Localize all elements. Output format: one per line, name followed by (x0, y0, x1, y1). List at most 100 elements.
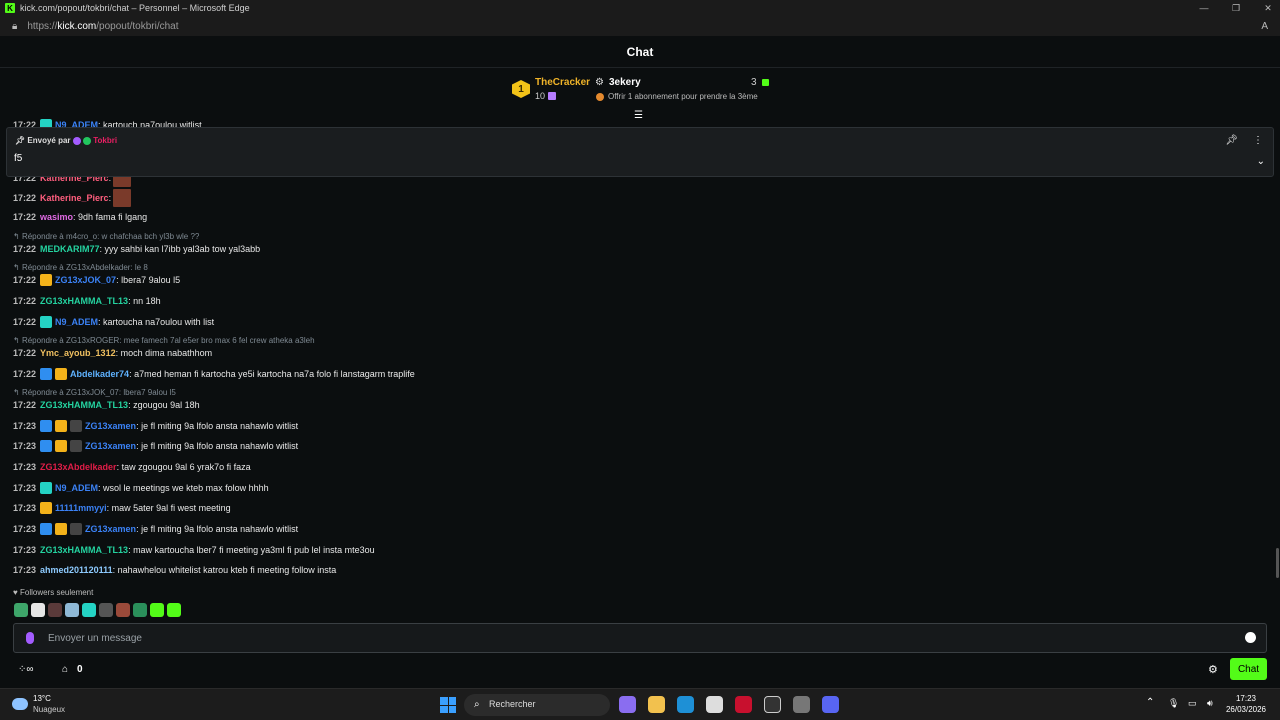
emote-face-icon[interactable] (48, 603, 62, 617)
chat-send-button[interactable]: Chat (1230, 658, 1267, 680)
reply-context[interactable]: ↰ Répondre à ZG13xAbdelkader: le 8 (13, 263, 148, 272)
address-bar[interactable]: 🔒︎ https://kick.com/popout/tokbri/chat A (0, 16, 1280, 36)
message-username[interactable]: Ymc_ayoub_1312 (40, 348, 116, 358)
quick-emotes (14, 603, 181, 617)
network-icon[interactable]: ▭ (1188, 698, 1197, 709)
message-text: : je fl miting 9a lfolo ansta nahawlo wi… (136, 421, 299, 431)
kicks-store-icon[interactable]: ⌂ (62, 664, 68, 675)
url-text[interactable]: https://kick.com/popout/tokbri/chat (27, 21, 178, 32)
more-options-icon[interactable]: ⋮ (1253, 135, 1263, 146)
minimize-icon[interactable]: — (1198, 3, 1210, 13)
image-emote (113, 189, 132, 207)
message-input[interactable]: Envoyer un message (13, 623, 1267, 653)
mic-icon (26, 632, 34, 644)
message-username[interactable]: Katherine_Pierc (40, 193, 109, 203)
message-username[interactable]: MEDKARIM77 (40, 244, 100, 254)
message-username[interactable]: ahmed201120111 (40, 565, 113, 575)
loyalty-icon[interactable]: ⁘∞ (18, 664, 34, 675)
message-text: : taw zgougou 9al 6 yrak7o fi faza (116, 462, 251, 472)
message-username[interactable]: ZG13xJOK_07 (55, 275, 116, 285)
message-username[interactable]: ZG13xHAMMA_TL13 (40, 296, 128, 306)
acrobat-icon[interactable] (735, 696, 752, 713)
reply-context[interactable]: ↰ Répondre à ZG13xJOK_07: lbera7 9alou l… (13, 388, 176, 397)
close-icon[interactable]: ✕ (1262, 3, 1274, 14)
verified-badge-icon (83, 136, 91, 145)
badge-icon (40, 420, 53, 432)
message-text: : kartoucha na7oulou with list (98, 317, 215, 327)
chevron-up-icon[interactable]: ⌃ (1146, 697, 1154, 708)
restore-icon[interactable]: ❐ (1230, 3, 1242, 14)
rank-medal-icon: 1 (512, 80, 530, 98)
emote-kick-icon[interactable] (150, 603, 164, 617)
chat-message: 17:23 ZG13xamen : je fl miting 9a lfolo … (13, 419, 298, 433)
emote-car-icon[interactable] (99, 603, 113, 617)
copilot-icon[interactable] (619, 696, 636, 713)
message-time: 17:23 (13, 462, 37, 472)
chat-message: 17:22 ZG13xHAMMA_TL13 : nn 18h (13, 294, 161, 308)
emoji-picker-icon[interactable] (1245, 632, 1256, 643)
message-username[interactable]: 11111mmyyi (55, 503, 107, 513)
chat-message: 17:22 Abdelkader74 : a7med heman fi kart… (13, 367, 415, 381)
gear-icon[interactable]: ⚙ (1208, 663, 1218, 676)
message-time: 17:22 (13, 369, 37, 379)
message-username[interactable]: N9_ADEM (55, 317, 98, 327)
obs-icon[interactable] (764, 696, 781, 713)
chevron-down-icon[interactable]: ⌄ (1257, 156, 1265, 167)
second-gifter-count: 3 (751, 77, 757, 88)
emote-skull-icon[interactable] (133, 603, 147, 617)
volume-icon[interactable]: 🔊︎ (1207, 698, 1213, 709)
message-username[interactable]: ZG13xamen (85, 441, 136, 451)
chat-message: 17:22 MEDKARIM77 : yyy sahbi kan l7ibb y… (13, 242, 260, 256)
windows-taskbar: 13°C Nuageux ⌕ Rechercher ⌃ 🎙︎ ▭ 🔊︎ 17:2… (0, 688, 1280, 720)
chat-message: 17:22 wasimo : 9dh fama fi lgang (13, 210, 147, 224)
pinned-message[interactable]: 📌︎ Envoyé par Tokbri f5 📌︎ ⋮ ⌄ (6, 127, 1274, 177)
reply-context[interactable]: ↰ Répondre à m4cro_o: w chafchaa bch yl3… (13, 232, 199, 241)
message-username[interactable]: ZG13xHAMMA_TL13 (40, 545, 128, 555)
store-icon[interactable] (706, 696, 723, 713)
message-text: : je fl miting 9a lfolo ansta nahawlo wi… (136, 441, 299, 451)
emote-dance-icon[interactable] (82, 603, 96, 617)
message-username[interactable]: ZG13xamen (85, 421, 136, 431)
message-time: 17:22 (13, 244, 37, 254)
message-username[interactable]: wasimo (40, 212, 73, 222)
emote-kick-face-icon[interactable] (167, 603, 181, 617)
weather-temp[interactable]: 13°C (33, 694, 51, 703)
message-text: : zgougou 9al 18h (128, 400, 200, 410)
taskbar-date[interactable]: 26/03/2026 (1222, 705, 1270, 714)
taskbar-search[interactable]: ⌕ Rechercher (464, 694, 610, 716)
unpin-icon[interactable]: 📌︎ (1225, 135, 1238, 146)
settings-app-icon[interactable] (793, 696, 810, 713)
reply-context[interactable]: ↰ Répondre à ZG13xROGER: mee famech 7al … (13, 336, 315, 345)
message-time: 17:23 (13, 545, 37, 555)
pinned-author[interactable]: Tokbri (93, 136, 117, 145)
lock-icon[interactable]: 🔒︎ (12, 21, 17, 32)
message-placeholder[interactable]: Envoyer un message (48, 633, 142, 644)
emote-person-icon[interactable] (116, 603, 130, 617)
emote-logo-icon[interactable] (31, 603, 45, 617)
discord-icon[interactable] (822, 696, 839, 713)
badge-icon (40, 440, 53, 452)
message-username[interactable]: ZG13xHAMMA_TL13 (40, 400, 128, 410)
second-gifter-name[interactable]: 3ekery (609, 77, 641, 88)
message-username[interactable]: Abdelkader74 (70, 369, 129, 379)
message-username[interactable]: ZG13xamen (85, 524, 136, 534)
windows-start-icon[interactable] (440, 697, 456, 713)
taskbar-time[interactable]: 17:23 (1226, 694, 1266, 703)
message-username[interactable]: ZG13xAbdelkader (40, 462, 117, 472)
offer-text[interactable]: Offrir 1 abonnement pour prendre la 3ème (608, 92, 758, 101)
emote-frog-icon[interactable] (14, 603, 28, 617)
badge-icon (40, 368, 53, 380)
person-badge-icon (70, 523, 83, 535)
file-explorer-icon[interactable] (648, 696, 665, 713)
edge-icon[interactable] (677, 696, 694, 713)
chat-message: 17:23 ahmed201120111 : nahawhelou whitel… (13, 563, 336, 577)
cloud-icon[interactable] (12, 698, 28, 710)
read-aloud-icon[interactable]: A (1261, 21, 1268, 32)
message-username[interactable]: N9_ADEM (55, 483, 98, 493)
kick-favicon-icon: K (5, 3, 15, 13)
emote-ghost-icon[interactable] (65, 603, 79, 617)
weather-condition[interactable]: Nuageux (33, 705, 65, 714)
chat-scrollbar[interactable] (1276, 548, 1279, 578)
top-gifter-name[interactable]: TheCracker (535, 77, 590, 88)
mic-tray-icon[interactable]: 🎙︎ (1168, 698, 1179, 709)
